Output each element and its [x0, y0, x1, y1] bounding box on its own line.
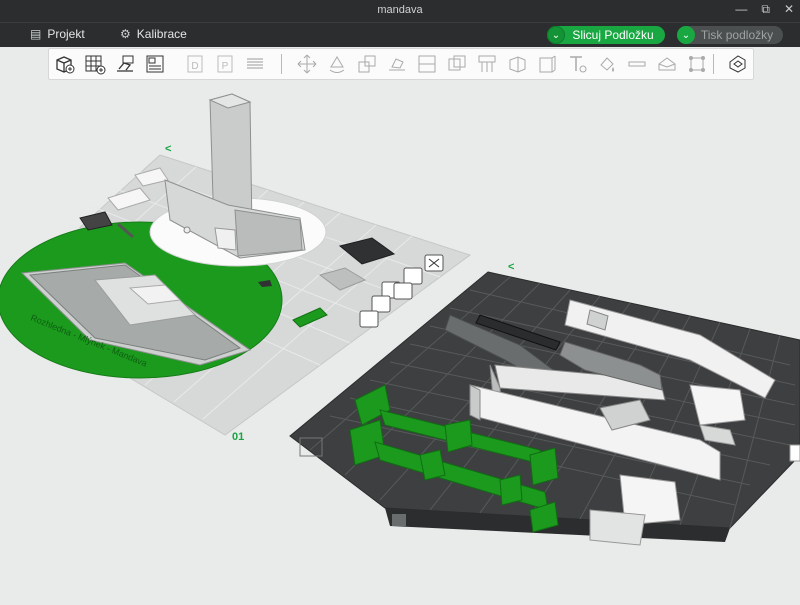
- scale-icon[interactable]: [355, 52, 379, 76]
- assembly-icon[interactable]: [685, 52, 709, 76]
- chevron-down-icon[interactable]: ⌄: [677, 26, 695, 44]
- boolean-icon[interactable]: [445, 52, 469, 76]
- seam-icon[interactable]: [625, 52, 649, 76]
- toolbar-separator: [281, 54, 282, 74]
- lay-on-face-icon[interactable]: [385, 52, 409, 76]
- orient-plate-icon[interactable]: [371, 295, 391, 313]
- document-icon: ▤: [30, 27, 42, 41]
- plate-label-icon: [392, 514, 406, 526]
- cut-icon[interactable]: [505, 52, 529, 76]
- auto-orient-icon[interactable]: [113, 52, 137, 76]
- left-plate-marker[interactable]: <: [165, 143, 171, 155]
- lamp-model[interactable]: [183, 226, 191, 234]
- 3d-viewport[interactable]: Rozhledna - Mlýnek - Mandava < 01 <: [0, 80, 800, 600]
- add-object-icon[interactable]: [53, 52, 77, 76]
- support-icon[interactable]: [475, 52, 499, 76]
- calibration-menu[interactable]: ⚙ Kalibrace: [120, 27, 187, 41]
- arrange-plate-icon[interactable]: [393, 282, 413, 300]
- arrange-icon[interactable]: [143, 52, 167, 76]
- calibration-icon: ⚙: [120, 27, 131, 41]
- slice-plate-button[interactable]: ⌄ Slicuj Podložku: [547, 26, 665, 44]
- toolbar-separator: [713, 54, 714, 74]
- plate-p-icon[interactable]: P: [213, 52, 237, 76]
- variable-layer-icon[interactable]: [725, 52, 749, 76]
- menu-bar: ▤ Projekt ⚙ Kalibrace ⌄ Slicuj Podložku …: [0, 22, 800, 47]
- measure-icon[interactable]: [535, 52, 559, 76]
- print-label: Tisk podložky: [700, 28, 774, 42]
- slice-label: Slicuj Podložku: [572, 28, 654, 42]
- left-plate-number: 01: [232, 431, 244, 443]
- layers-icon[interactable]: [243, 52, 267, 76]
- project-label: Projekt: [47, 27, 85, 41]
- svg-text:P: P: [222, 61, 229, 72]
- paint-icon[interactable]: [595, 52, 619, 76]
- restore-icon[interactable]: ⧉: [761, 2, 770, 17]
- camera-plate-icon[interactable]: [359, 310, 379, 328]
- main-toolbar: D P: [48, 48, 754, 80]
- chevron-down-icon[interactable]: ⌄: [547, 26, 565, 44]
- project-menu[interactable]: ▤ Projekt: [30, 27, 85, 41]
- emboss-icon[interactable]: [655, 52, 679, 76]
- right-plate-marker[interactable]: <: [508, 261, 514, 273]
- window-title: mandava: [377, 4, 423, 16]
- split-icon[interactable]: [415, 52, 439, 76]
- plate-settings-icon[interactable]: [403, 267, 423, 285]
- calibration-label: Kalibrace: [136, 27, 187, 41]
- close-icon[interactable]: ✕: [784, 2, 794, 17]
- minimize-icon[interactable]: —: [735, 2, 747, 17]
- rotate-icon[interactable]: [325, 52, 349, 76]
- add-plate-icon[interactable]: [83, 52, 107, 76]
- plate-d-icon[interactable]: D: [183, 52, 207, 76]
- text-icon[interactable]: [565, 52, 589, 76]
- print-plate-button[interactable]: ⌄ Tisk podložky: [677, 26, 783, 44]
- move-icon[interactable]: [295, 52, 319, 76]
- window-controls: — ⧉ ✕: [735, 2, 794, 17]
- svg-text:D: D: [191, 61, 198, 72]
- title-bar: mandava — ⧉ ✕: [0, 0, 800, 22]
